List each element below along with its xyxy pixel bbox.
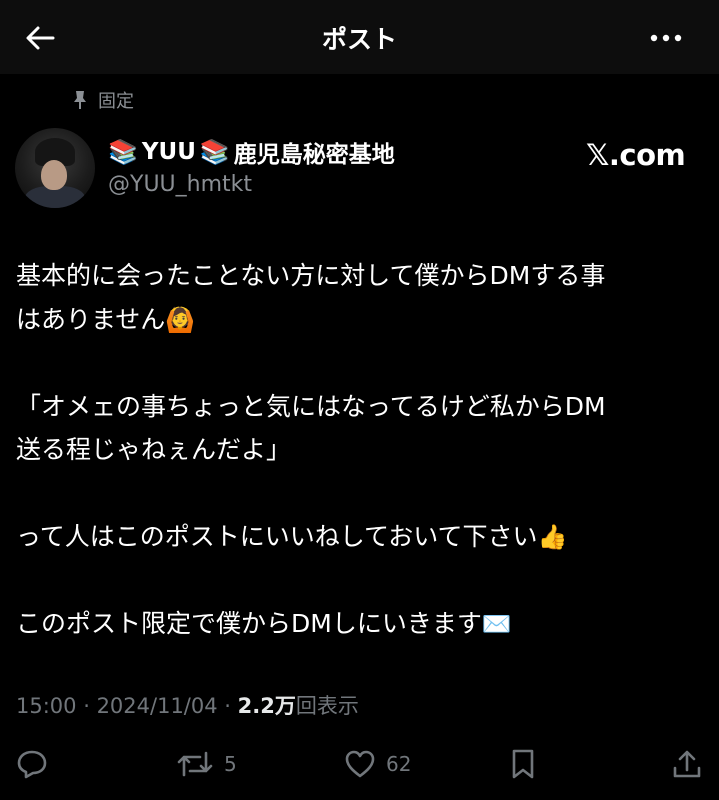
tweet-line-text: 基本的に会ったことない方に対して僕からDMする事 bbox=[16, 261, 606, 290]
retweet-icon bbox=[176, 749, 214, 779]
retweet-button[interactable]: 5 bbox=[176, 744, 237, 784]
tweet-line-text: 送る程じゃねぇんだよ」 bbox=[16, 435, 292, 464]
x-com-watermark: 𝕏.com bbox=[586, 138, 686, 172]
tweet-line: このポスト限定で僕からDMしにいきます✉️ bbox=[16, 602, 704, 646]
bookmark-button[interactable] bbox=[510, 744, 536, 784]
thumbs-up-emoji: 👍 bbox=[537, 523, 568, 551]
heart-icon bbox=[344, 749, 376, 779]
reply-button[interactable] bbox=[16, 744, 48, 784]
tweet-line: 送る程じゃねぇんだよ」 bbox=[16, 428, 704, 472]
author-name-main: YUU bbox=[141, 139, 196, 165]
action-bar: 5 62 bbox=[0, 740, 719, 790]
author-name-suffix: 鹿児島秘密基地 bbox=[233, 142, 395, 168]
tweet-line-text: このポスト限定で僕からDMしにいきます bbox=[16, 609, 482, 638]
top-app-bar: ポスト bbox=[0, 0, 719, 74]
page-title: ポスト bbox=[321, 25, 397, 54]
books-emoji: 📚 bbox=[108, 138, 138, 166]
tweet-line-text: はありません bbox=[16, 304, 166, 334]
views-label: 回表示 bbox=[295, 694, 359, 718]
avatar-face-shape bbox=[41, 160, 67, 190]
meta-separator: · bbox=[76, 694, 97, 718]
author-display-name[interactable]: 📚 YUU 📚 鹿児島秘密基地 bbox=[108, 136, 395, 168]
books-emoji: 📚 bbox=[199, 138, 230, 166]
more-horizontal-icon bbox=[650, 34, 682, 42]
meta-separator: · bbox=[217, 694, 238, 718]
tweet-line-text: 「オメェの事ちょっと気にはなってるけど私からDM bbox=[16, 391, 606, 421]
envelope-emoji: ✉️ bbox=[481, 610, 512, 638]
ok-gesture-emoji: 🙆 bbox=[165, 305, 196, 334]
tweet-time: 15:00 bbox=[16, 694, 77, 718]
tweet-line: はありません🙆 bbox=[16, 298, 704, 342]
tweet-text: 基本的に会ったことない方に対して僕からDMする事 はありません🙆 「オメェの事ち… bbox=[16, 254, 704, 646]
tweet-meta: 15:00 · 2024/11/04 · 2.2万回表示 bbox=[16, 690, 359, 720]
reply-icon bbox=[16, 749, 48, 779]
like-button[interactable]: 62 bbox=[344, 744, 411, 784]
pinned-label: 固定 bbox=[98, 91, 134, 112]
share-button[interactable] bbox=[672, 744, 702, 784]
pin-icon bbox=[72, 90, 88, 110]
tweet-date: 2024/11/04 bbox=[96, 694, 218, 718]
tweet-line-text: って人はこのポストにいいねしておいて下さい bbox=[16, 522, 538, 551]
avatar[interactable] bbox=[15, 128, 95, 208]
tweet-line: 「オメェの事ちょっと気にはなってるけど私からDM bbox=[16, 385, 704, 429]
retweet-count: 5 bbox=[224, 752, 237, 776]
more-options-button[interactable] bbox=[646, 18, 686, 58]
like-count: 62 bbox=[386, 752, 412, 776]
author-handle[interactable]: @YUU_hmtkt bbox=[108, 172, 252, 197]
share-icon bbox=[672, 748, 702, 780]
tweet-line: 基本的に会ったことない方に対して僕からDMする事 bbox=[16, 254, 704, 298]
bookmark-icon bbox=[510, 748, 536, 780]
views-count[interactable]: 2.2万 bbox=[238, 694, 296, 718]
pinned-indicator: 固定 bbox=[72, 88, 134, 112]
tweet-line: って人はこのポストにいいねしておいて下さい👍 bbox=[16, 515, 704, 559]
